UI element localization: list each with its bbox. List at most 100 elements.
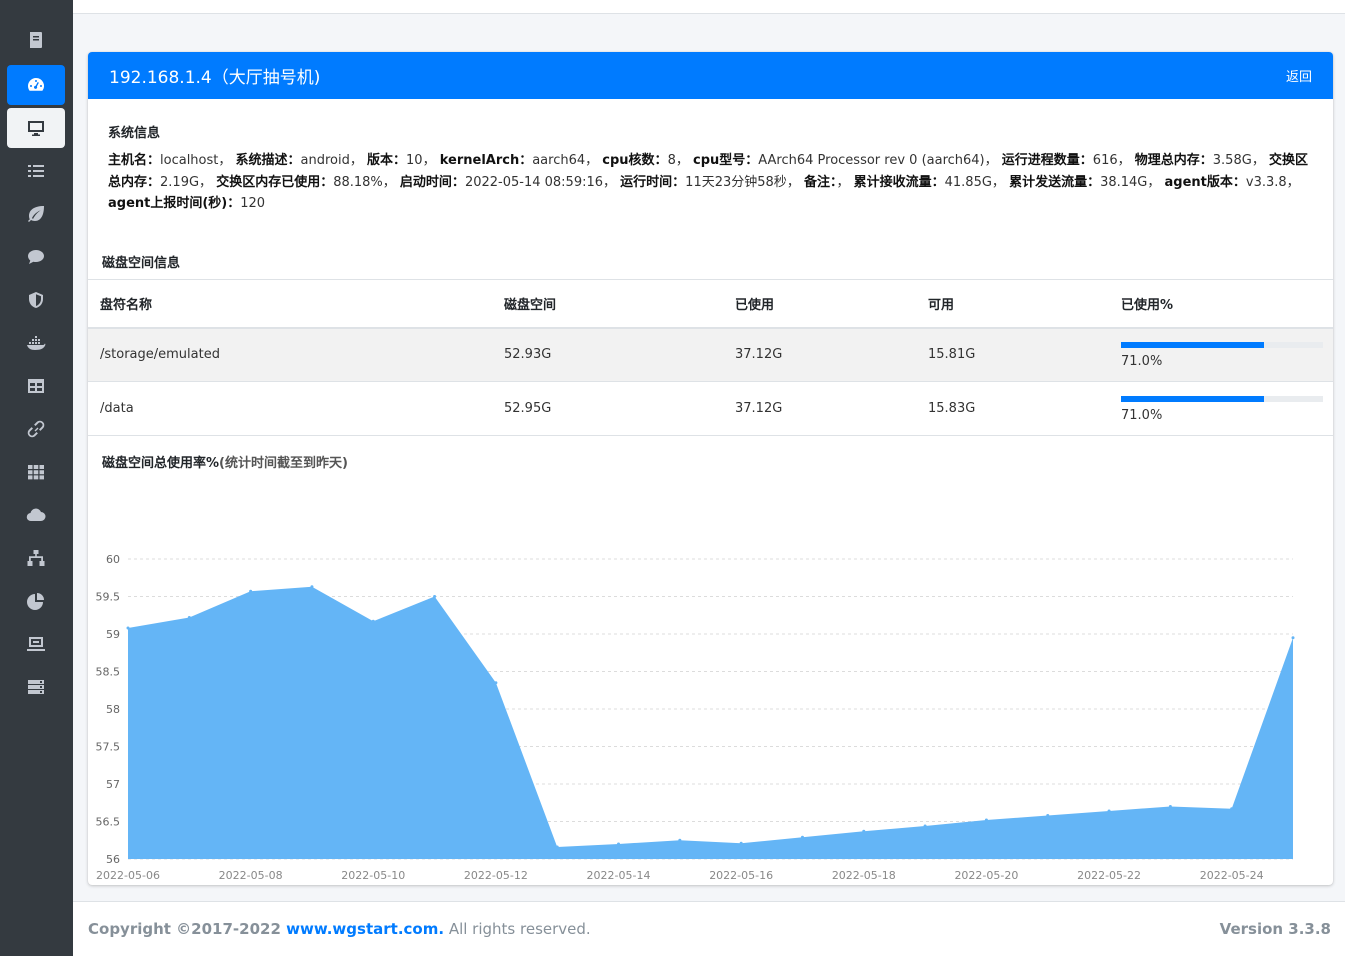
rights-text: All rights reserved. [444,920,591,938]
info-value: 616 [1092,153,1118,168]
x-tick-label: 2022-05-20 [954,869,1018,882]
disk-size-cell: 52.93G [492,327,723,382]
list-icon [28,165,44,177]
data-point [617,842,621,846]
info-label: 版本： [367,153,407,168]
copyright-text: Copyright ©2017-2022 [88,920,287,938]
sidebar-item-links[interactable] [7,409,65,449]
info-value: v3.3.8 [1245,174,1287,190]
sidebar-item-stats[interactable] [7,581,65,621]
disk-avail-cell: 15.81G [916,327,1109,382]
sidebar-item-security[interactable] [7,280,65,320]
info-value: localhost [160,153,219,168]
y-tick-label: 58 [106,703,120,716]
sidebar-item-apps[interactable] [7,452,65,492]
info-label: 运行时间： [620,174,686,190]
book-icon [30,32,42,48]
info-label: 备注： [803,174,837,190]
host-detail-card: 192.168.1.4（大厅抽号机) 返回 系统信息 主机名：localhost… [88,52,1333,885]
sidebar-item-hosts[interactable] [7,108,65,148]
version-label: Version 3.3.8 [1219,920,1331,938]
server-icon [28,680,44,694]
data-point [555,845,559,849]
info-value: AArch64 Processor rev 0 (aarch64) [758,153,985,168]
info-value: 41.85G [944,174,992,190]
sidebar-item-docker[interactable] [7,323,65,363]
column-header: 已使用% [1109,279,1333,329]
column-header: 已使用 [723,279,916,329]
table-header-row: 盘符名称 磁盘空间 已使用 可用 已使用% [88,279,1333,329]
y-tick-label: 57.5 [96,741,121,754]
sidebar-item-messages[interactable] [7,237,65,277]
x-tick-label: 2022-05-14 [587,869,651,882]
info-label: 主机名： [108,153,161,168]
data-point [1291,636,1295,640]
pie-chart-icon [27,593,44,610]
sidebar-item-leaf[interactable] [7,194,65,234]
system-info-text: 主机名：localhost， 系统描述：android， 版本：10， kern… [108,153,1308,211]
usage-progress-fill [1121,342,1265,349]
usage-area [128,586,1293,859]
data-point [739,841,743,845]
y-tick-label: 60 [106,553,120,566]
usage-percent-label: 71.0% [1121,354,1163,370]
info-value: 2.19G [160,174,200,190]
disk-table: 盘符名称 磁盘空间 已使用 可用 已使用% /storage/emulated … [88,279,1333,436]
disk-pct-cell: 71.0% [1109,381,1333,436]
x-tick-label: 2022-05-24 [1200,869,1264,882]
network-icon [27,550,45,566]
leaf-icon [28,206,44,222]
column-header: 磁盘空间 [492,279,723,329]
x-tick-label: 2022-05-18 [832,869,896,882]
disk-info-title: 磁盘空间信息 [102,256,181,271]
sidebar-item-dashboard[interactable] [7,65,65,105]
info-label: 运行进程数量： [1001,153,1093,168]
column-header: 可用 [916,279,1109,329]
chart-subtitle: (统计时间截至到昨天) [219,456,348,471]
sidebar-item-cloud[interactable] [7,495,65,535]
info-value: 120 [240,196,266,211]
sidebar-item-table[interactable] [7,366,65,406]
info-value: 10 [406,153,423,168]
info-label: 物理总内存： [1134,153,1213,168]
info-label: 启动时间： [399,174,465,190]
cloud-icon [26,508,46,522]
grid-icon [28,465,44,480]
brand-link[interactable]: www.wgstart.com. [286,920,444,938]
info-label: agent版本： [1164,174,1246,190]
data-point [433,595,437,598]
sidebar-item-docs[interactable] [7,20,65,60]
sidebar-item-servers[interactable] [7,667,65,707]
desktop-icon [28,121,44,136]
page-title: 192.168.1.4（大厅抽号机) [109,68,321,88]
info-value: 11天23分钟58秒 [685,174,787,190]
x-tick-label: 2022-05-06 [96,869,160,882]
back-link[interactable]: 返回 [1286,66,1312,85]
table-row: /storage/emulated 52.93G 37.12G 15.81G 7… [88,327,1333,382]
x-tick-label: 2022-05-16 [709,869,773,882]
disk-pct-cell: 71.0% [1109,327,1333,382]
sidebar-item-tasks[interactable] [7,151,65,191]
usage-percent-label: 71.0% [1121,408,1163,423]
data-point [126,626,130,630]
data-point [678,838,682,842]
info-label: 系统描述： [235,153,301,168]
footer: Copyright ©2017-2022 www.wgstart.com. Al… [73,901,1345,956]
y-tick-label: 56.5 [96,816,121,829]
data-point [371,619,375,623]
info-label: cpu型号： [692,153,759,168]
link-icon [27,420,45,438]
x-tick-label: 2022-05-22 [1077,869,1141,882]
y-tick-label: 56 [106,853,120,866]
docker-icon [27,336,46,350]
info-value: 2022-05-14 08:59:16 [464,174,604,190]
disk-size-cell: 52.95G [492,381,723,436]
x-tick-label: 2022-05-10 [341,869,405,882]
sidebar-item-network[interactable] [7,538,65,578]
comment-icon [28,250,44,264]
data-point [984,818,988,822]
info-label: cpu核数： [602,153,668,168]
info-label: kernelArch： [439,153,533,168]
sidebar-item-monitor[interactable] [7,624,65,664]
shield-icon [29,292,43,308]
